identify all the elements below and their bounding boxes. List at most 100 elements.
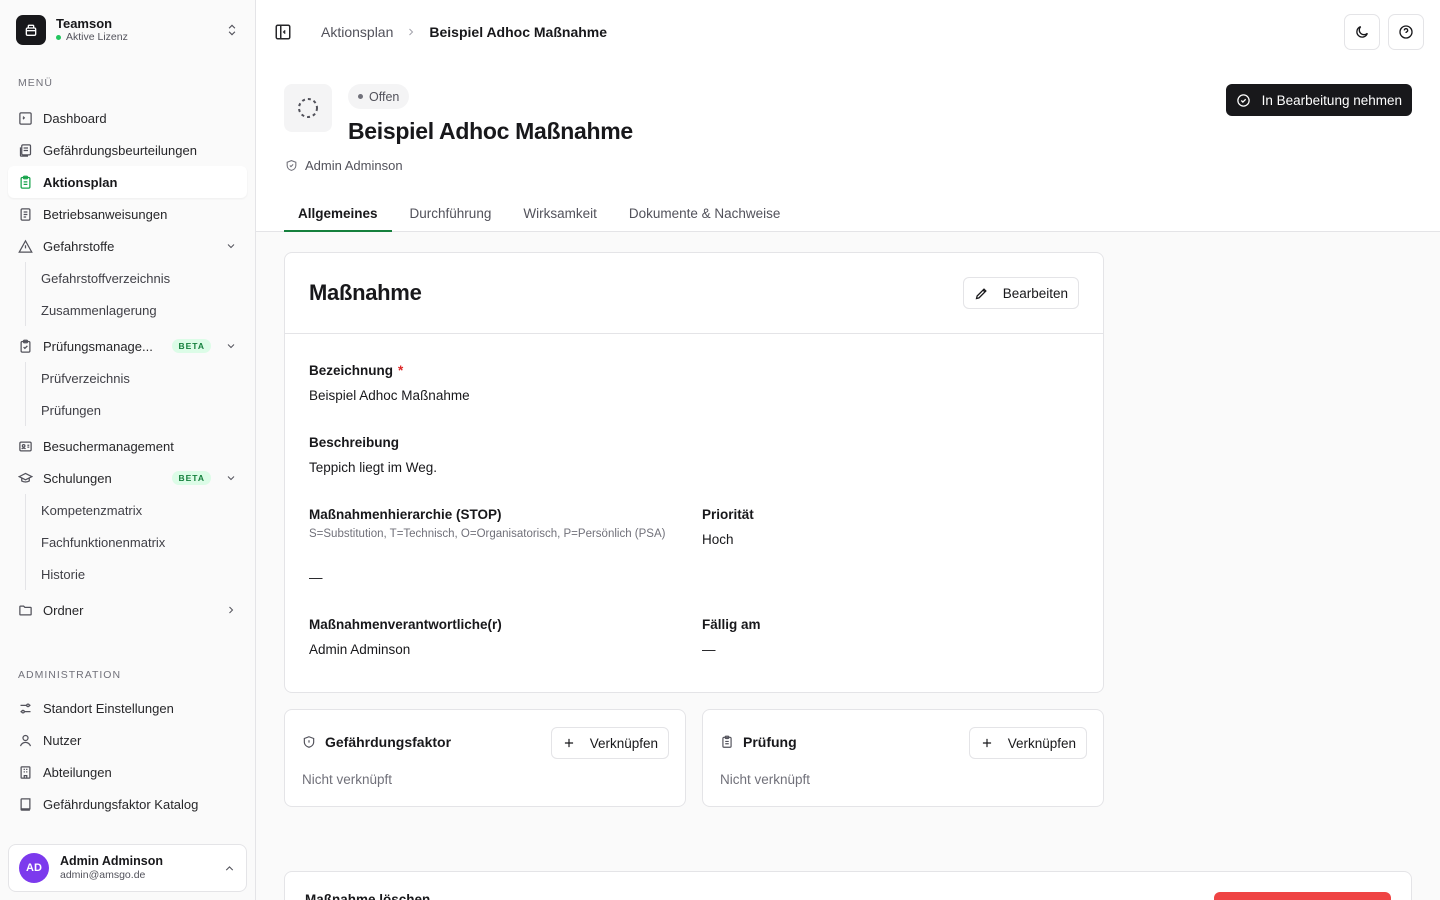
chevron-right-icon[interactable] bbox=[225, 604, 237, 616]
link-pruefung-button[interactable]: Verknüpfen bbox=[968, 727, 1087, 759]
sidebar-item-besuchermanagement[interactable]: Besuchermanagement bbox=[8, 430, 247, 462]
user-email: admin@amsgo.de bbox=[60, 869, 146, 881]
status-icon-box bbox=[284, 84, 332, 132]
pruefungsmanagement-submenu: Prüfverzeichnis Prüfungen bbox=[25, 362, 255, 426]
sidebar-item-dashboard[interactable]: Dashboard bbox=[8, 102, 247, 134]
faellig-label: Fällig am bbox=[702, 617, 761, 632]
documents-icon bbox=[19, 143, 32, 157]
tab-durchfuehrung[interactable]: Durchführung bbox=[396, 196, 506, 232]
dashboard-icon bbox=[19, 111, 32, 125]
start-processing-button[interactable]: In Bearbeitung nehmen bbox=[1225, 84, 1412, 116]
status-dot bbox=[358, 94, 363, 99]
prioritaet-label: Priorität bbox=[702, 507, 754, 522]
main-content: Aktionsplan Beispiel Adhoc Maßnahme Offe… bbox=[256, 0, 1440, 900]
bezeichnung-label-text: Bezeichnung bbox=[309, 363, 394, 378]
delete-measure-button[interactable] bbox=[1214, 892, 1391, 900]
prioritaet-value: Hoch bbox=[702, 532, 734, 547]
sidebar-item-pruefungen[interactable]: Prüfungen bbox=[26, 394, 255, 426]
sidebar-item-standort-einstellungen[interactable]: Standort Einstellungen bbox=[8, 692, 247, 724]
sidebar-item-label: Standort Einstellungen bbox=[43, 700, 174, 716]
tab-dokumente-nachweise[interactable]: Dokumente & Nachweise bbox=[615, 196, 795, 232]
sidebar-item-historie[interactable]: Historie bbox=[26, 558, 255, 590]
sidebar-item-gefahrstoffverzeichnis[interactable]: Gefahrstoffverzeichnis bbox=[26, 262, 255, 294]
sidebar-toggle-icon[interactable] bbox=[274, 23, 292, 41]
measure-card-title: Maßnahme bbox=[309, 280, 422, 305]
tab-wirksamkeit[interactable]: Wirksamkeit bbox=[509, 196, 611, 232]
required-marker: * bbox=[398, 363, 404, 378]
user-menu[interactable]: AD Admin Adminson admin@amsgo.de bbox=[8, 844, 247, 892]
verantwortlich-label: Maßnahmenverantwortliche(r) bbox=[309, 617, 502, 632]
sidebar-item-label: Ordner bbox=[43, 602, 84, 618]
breadcrumb: Aktionsplan Beispiel Adhoc Maßnahme bbox=[321, 24, 1336, 40]
sidebar-item-label: Besuchermanagement bbox=[43, 438, 174, 454]
sidebar-item-zusammenlagerung[interactable]: Zusammenlagerung bbox=[26, 294, 255, 326]
sidebar-item-betriebsanweisungen[interactable]: Betriebsanweisungen bbox=[8, 198, 247, 230]
clipboard-icon bbox=[722, 735, 732, 748]
sidebar-item-kompetenzmatrix[interactable]: Kompetenzmatrix bbox=[26, 494, 255, 526]
sidebar-item-abteilungen[interactable]: Abteilungen bbox=[8, 756, 247, 788]
chevron-down-icon[interactable] bbox=[225, 340, 237, 352]
building-icon bbox=[20, 765, 31, 779]
sidebar-item-label: Betriebsanweisungen bbox=[43, 206, 168, 222]
sidebar-item-gefahrstoffe[interactable]: Gefahrstoffe bbox=[8, 230, 247, 262]
chevron-up-icon bbox=[225, 865, 234, 871]
folder-icon bbox=[19, 605, 32, 615]
edit-button[interactable]: Bearbeiten bbox=[962, 277, 1079, 309]
sidebar-item-label: Aktionsplan bbox=[43, 174, 118, 190]
pruefung-empty: Nicht verknüpft bbox=[720, 772, 811, 787]
breadcrumb-parent[interactable]: Aktionsplan bbox=[321, 24, 393, 40]
team-name: Teamson bbox=[56, 16, 113, 31]
warning-triangle-icon bbox=[18, 239, 33, 253]
user-icon bbox=[19, 734, 32, 746]
theme-toggle-button[interactable] bbox=[1344, 14, 1380, 50]
gefaehrdungsfaktor-title: Gefährdungsfaktor bbox=[325, 734, 452, 750]
page-header: Offen Beispiel Adhoc Maßnahme Admin Admi… bbox=[256, 64, 1440, 232]
sidebar-item-nutzer[interactable]: Nutzer bbox=[8, 724, 247, 756]
menu-section-label: MENÜ bbox=[18, 77, 53, 89]
shield-icon bbox=[303, 736, 315, 748]
beta-badge: BETA bbox=[172, 471, 211, 485]
sidebar-item-pruefungsmanagement[interactable]: Prüfungsmanage... BETA bbox=[8, 330, 247, 362]
owner: Admin Adminson bbox=[285, 158, 403, 173]
sidebar-item-pruefverzeichnis[interactable]: Prüfverzeichnis bbox=[26, 362, 255, 394]
sidebar-item-label: Gefährdungsbeurteilungen bbox=[43, 142, 197, 158]
chevron-down-icon[interactable] bbox=[225, 240, 237, 252]
breadcrumb-current: Beispiel Adhoc Maßnahme bbox=[429, 24, 608, 40]
help-circle-icon bbox=[1399, 25, 1413, 39]
chevron-right-icon bbox=[409, 28, 414, 36]
moon-icon bbox=[1356, 26, 1368, 38]
start-processing-label: In Bearbeitung nehmen bbox=[1261, 92, 1402, 108]
clipboard-check-icon bbox=[20, 339, 31, 353]
sidebar-item-ordner[interactable]: Ordner bbox=[8, 594, 247, 626]
sidebar-item-aktionsplan[interactable]: Aktionsplan bbox=[8, 166, 247, 198]
sidebar-item-gefaehrdungsbeurteilungen[interactable]: Gefährdungsbeurteilungen bbox=[8, 134, 247, 166]
sidebar-item-fachfunktionenmatrix[interactable]: Fachfunktionenmatrix bbox=[26, 526, 255, 558]
tab-allgemeines[interactable]: Allgemeines bbox=[284, 196, 392, 232]
clipboard-list-icon bbox=[20, 175, 31, 189]
beschreibung-value: Teppich liegt im Weg. bbox=[309, 460, 438, 475]
bezeichnung-label: Bezeichnung * bbox=[309, 363, 403, 378]
delete-measure-title: Maßnahme löschen bbox=[305, 892, 431, 900]
team-switcher[interactable]: Teamson Aktive Lizenz bbox=[0, 0, 255, 60]
team-logo-icon bbox=[16, 15, 46, 45]
sidebar-item-schulungen[interactable]: Schulungen BETA bbox=[8, 462, 247, 494]
dashed-circle-icon bbox=[298, 98, 318, 118]
sidebar-item-gefaehrdungsfaktor-katalog[interactable]: Gefährdungsfaktor Katalog bbox=[8, 788, 247, 820]
link-pruefung-label: Verknüpfen bbox=[1007, 735, 1076, 751]
user-name: Admin Adminson bbox=[60, 854, 164, 868]
delete-measure-card: Maßnahme löschen bbox=[284, 871, 1412, 900]
gefahrstoffe-submenu: Gefahrstoffverzeichnis Zusammenlagerung bbox=[25, 262, 255, 326]
file-text-icon bbox=[20, 207, 31, 221]
sidebar-item-label: Schulungen bbox=[43, 470, 112, 486]
help-button[interactable] bbox=[1388, 14, 1424, 50]
measure-card: Maßnahme Bearbeiten Bezeichnung * Beispie… bbox=[284, 252, 1104, 693]
book-icon bbox=[20, 797, 31, 811]
chevron-down-icon[interactable] bbox=[225, 472, 237, 484]
sidebar-item-label: Abteilungen bbox=[43, 764, 112, 780]
settings-sliders-icon bbox=[20, 703, 31, 713]
link-gefaehrdungsfaktor-button[interactable]: Verknüpfen bbox=[550, 727, 669, 759]
pruefung-card: Prüfung Verknüpfen Nicht verknüpft bbox=[702, 709, 1104, 807]
beta-badge: BETA bbox=[172, 339, 211, 353]
top-bar: Aktionsplan Beispiel Adhoc Maßnahme bbox=[256, 0, 1440, 64]
schulungen-submenu: Kompetenzmatrix Fachfunktionenmatrix His… bbox=[25, 494, 255, 590]
